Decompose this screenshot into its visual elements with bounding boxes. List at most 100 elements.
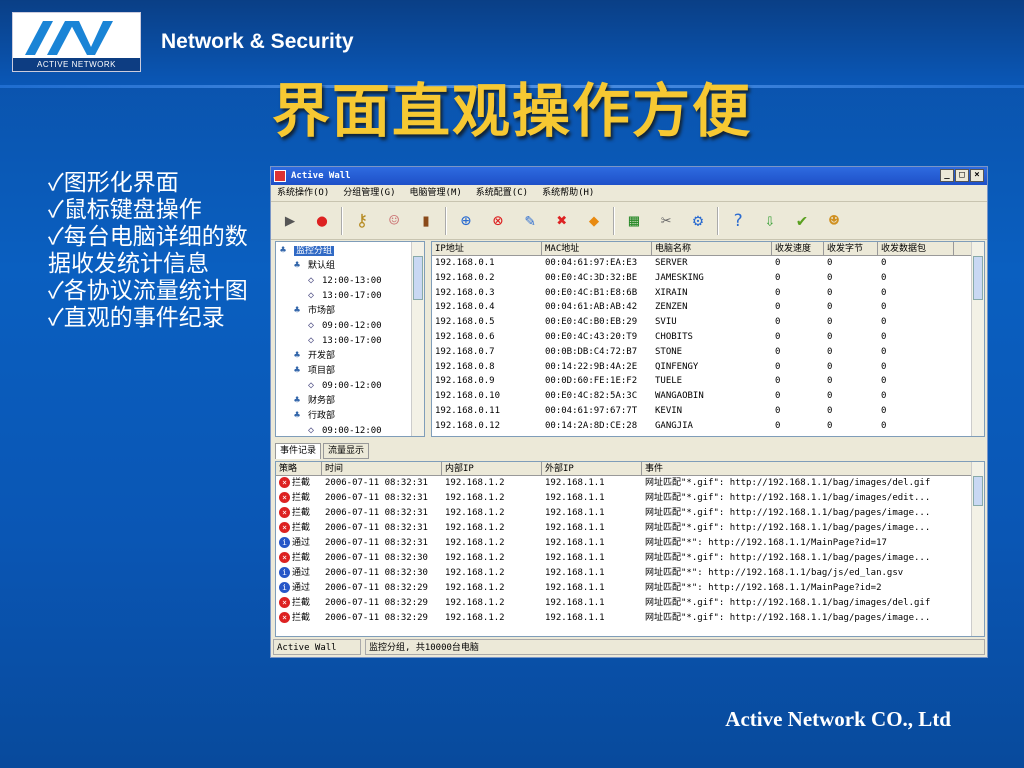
table-row[interactable]: 192.168.0.4 00:04:61:AB:AB:42 ZENZEN 0 0 0	[432, 300, 984, 315]
menu-group-manage[interactable]: 分组管理(G)	[343, 185, 395, 201]
network-remove-icon[interactable]: ⊗	[485, 208, 511, 234]
tree-scrollbar[interactable]	[411, 242, 424, 436]
grid-column-header[interactable]: MAC地址	[542, 242, 652, 255]
grid-column-header[interactable]: 电脑名称	[652, 242, 772, 255]
grid-cell: 0	[827, 287, 833, 298]
event-row[interactable]: i 通过 2006-07-11 08:32:29 192.168.1.2 192.168…	[276, 581, 984, 596]
event-cell: 网址匹配"*": http://192.168.1.1/bag/js/ed_la…	[645, 568, 904, 578]
grid-scrollbar[interactable]	[971, 242, 984, 436]
tools-icon[interactable]: ✂	[653, 208, 679, 234]
tree-node[interactable]: ♣ 行政部	[276, 409, 424, 424]
door-icon[interactable]: ▮	[413, 208, 439, 234]
table-row[interactable]: 192.168.0.3 00:E0:4C:B1:E8:6B XIRAIN 0 0 0	[432, 286, 984, 301]
table-row[interactable]: 192.168.0.12 00:14:2A:8D:CE:28 GANGJIA 0 0 0	[432, 419, 984, 434]
event-cell: 2006-07-11 08:32:30	[325, 568, 428, 578]
status-app-name: Active Wall	[273, 639, 361, 655]
event-row[interactable]: × 拦截 2006-07-11 08:32:29 192.168.1.2 192.168…	[276, 611, 984, 626]
event-column-header[interactable]: 时间	[322, 462, 442, 475]
check-icon[interactable]: ✔	[789, 208, 815, 234]
event-row[interactable]: × 拦截 2006-07-11 08:32:31 192.168.1.2 192.168…	[276, 491, 984, 506]
table-row[interactable]: 192.168.0.10 00:E0:4C:82:5A:3C WANGAOBIN 0 0…	[432, 389, 984, 404]
user-icon[interactable]: ☺	[381, 208, 407, 234]
event-policy-label: 拦截	[292, 508, 311, 518]
event-column-header[interactable]: 内部IP	[442, 462, 542, 475]
tree-node[interactable]: ♣ 默认组	[276, 259, 424, 274]
grid-cell: 0	[775, 376, 781, 387]
tree-node[interactable]: ♣ 开发部	[276, 349, 424, 364]
event-row[interactable]: × 拦截 2006-07-11 08:32:29 192.168.1.2 192.168…	[276, 596, 984, 611]
stop-icon[interactable]: ●	[309, 208, 335, 234]
event-cell: i 通过	[276, 536, 322, 551]
grid-column-header[interactable]: 收发数据包	[878, 242, 954, 255]
delete-icon[interactable]: ✖	[549, 208, 575, 234]
event-row[interactable]: × 拦截 2006-07-11 08:32:30 192.168.1.2 192.168…	[276, 551, 984, 566]
key-icon[interactable]: ⚷	[349, 208, 375, 234]
pass-icon: i	[279, 567, 290, 578]
table-row[interactable]: 192.168.0.7 00:0B:DB:C4:72:B7 STONE 0 0 0	[432, 345, 984, 360]
menu-system-config[interactable]: 系统配置(C)	[476, 185, 528, 201]
event-row[interactable]: i 通过 2006-07-11 08:32:30 192.168.1.2 192.168…	[276, 566, 984, 581]
block-icon: ×	[279, 477, 290, 488]
tree-node-label: 财务部	[308, 396, 336, 406]
grid-column-header[interactable]: 收发速度	[772, 242, 824, 255]
download-icon[interactable]: ⇩	[757, 208, 783, 234]
close-button[interactable]: ×	[970, 169, 984, 182]
feature-item: ✓每台电脑详细的数据收发统计信息	[48, 224, 248, 277]
table-row[interactable]: 192.168.0.9 00:0D:60:FE:1E:F2 TUELE 0 0 0	[432, 374, 984, 389]
event-cell: 192.168.1.1	[545, 523, 605, 533]
tree-node[interactable]: ♣ 监控分组	[276, 244, 424, 259]
grid-cell: 00:14:22:9B:4A:2E	[545, 361, 638, 372]
tree-node[interactable]: ◇ 09:00-12:00	[276, 424, 424, 436]
event-cell: 192.168.1.1	[545, 508, 605, 518]
tree-node[interactable]: ♣ 财务部	[276, 394, 424, 409]
event-scrollbar[interactable]	[971, 462, 984, 636]
grid-cell: 0	[775, 258, 781, 268]
help-icon[interactable]: ?	[725, 208, 751, 234]
menu-pc-manage[interactable]: 电脑管理(M)	[410, 185, 462, 201]
shield-icon[interactable]: ◆	[581, 208, 607, 234]
play-icon[interactable]: ▶	[277, 208, 303, 234]
grid-cell: 00:E0:4C:B1:E8:6B	[545, 287, 638, 298]
table-row[interactable]: 192.168.0.11 00:04:61:97:67:7T KEVIN 0 0 0	[432, 404, 984, 419]
tree-node[interactable]: ◇ 09:00-12:00	[276, 379, 424, 394]
event-cell: i 通过	[276, 581, 322, 596]
maximize-button[interactable]: □	[955, 169, 969, 182]
grid-column-header[interactable]: 收发字节	[824, 242, 878, 255]
tree-node[interactable]: ◇ 12:00-13:00	[276, 274, 424, 289]
tab-event-log[interactable]: 事件记录	[275, 443, 322, 459]
event-row[interactable]: i 通过 2006-07-11 08:32:31 192.168.1.2 192.168…	[276, 536, 984, 551]
table-row[interactable]: 192.168.0.2 00:E0:4C:3D:32:BE JAMESKING 0 0 0	[432, 271, 984, 286]
table-row[interactable]: 192.168.0.8 00:14:22:9B:4A:2E QINFENGY 0 0 0	[432, 360, 984, 375]
event-row[interactable]: × 拦截 2006-07-11 08:32:31 192.168.1.2 192.168…	[276, 476, 984, 491]
tree-node[interactable]: ◇ 13:00-17:00	[276, 334, 424, 349]
tree-node[interactable]: ◇ 09:00-12:00	[276, 319, 424, 334]
tab-traffic[interactable]: 流量显示	[323, 443, 370, 459]
window-titlebar[interactable]: Active Wall _ □ ×	[271, 167, 987, 185]
event-row[interactable]: × 拦截 2006-07-11 08:32:31 192.168.1.2 192.168…	[276, 506, 984, 521]
block-icon: ×	[279, 522, 290, 533]
grid-cell: ZENZEN	[655, 302, 688, 313]
grid-column-header[interactable]: IP地址	[432, 242, 542, 255]
settings-gear-icon[interactable]: ⚙	[685, 208, 711, 234]
chart-icon[interactable]: ▦	[621, 208, 647, 234]
menu-system-help[interactable]: 系统帮助(H)	[542, 185, 594, 201]
group-tree[interactable]: ♣ 监控分组 ♣ 默认组 ◇ 12:00-13:00 ◇ 13:00-17:00 ♣ 市场部 ◇ 09…	[275, 241, 425, 437]
table-row[interactable]: 192.168.0.1 00:04:61:97:EA:E3 SERVER 0 0 0	[432, 256, 984, 271]
event-column-header[interactable]: 事件	[642, 462, 972, 475]
tree-node[interactable]: ◇ 13:00-17:00	[276, 289, 424, 304]
event-row[interactable]: × 拦截 2006-07-11 08:32:31 192.168.1.2 192.168…	[276, 521, 984, 536]
menu-system-ops[interactable]: 系统操作(O)	[277, 185, 329, 201]
clock-icon: ◇	[308, 289, 315, 301]
event-cell: 192.168.1.2	[445, 538, 505, 548]
grid-header: IP地址 MAC地址 电脑名称 收发速度 收发字节 收发数据包	[432, 242, 984, 256]
users-icon[interactable]: ☻	[821, 208, 847, 234]
table-row[interactable]: 192.168.0.5 00:E0:4C:B0:EB:29 SVIU 0 0 0	[432, 315, 984, 330]
tree-node[interactable]: ♣ 项目部	[276, 364, 424, 379]
tree-node[interactable]: ♣ 市场部	[276, 304, 424, 319]
event-column-header[interactable]: 策略	[276, 462, 322, 475]
event-column-header[interactable]: 外部IP	[542, 462, 642, 475]
table-row[interactable]: 192.168.0.6 00:E0:4C:43:20:T9 CHOBITS 0 0 0	[432, 330, 984, 345]
minimize-button[interactable]: _	[940, 169, 954, 182]
edit-icon[interactable]: ✎	[517, 208, 543, 234]
network-add-icon[interactable]: ⊕	[453, 208, 479, 234]
